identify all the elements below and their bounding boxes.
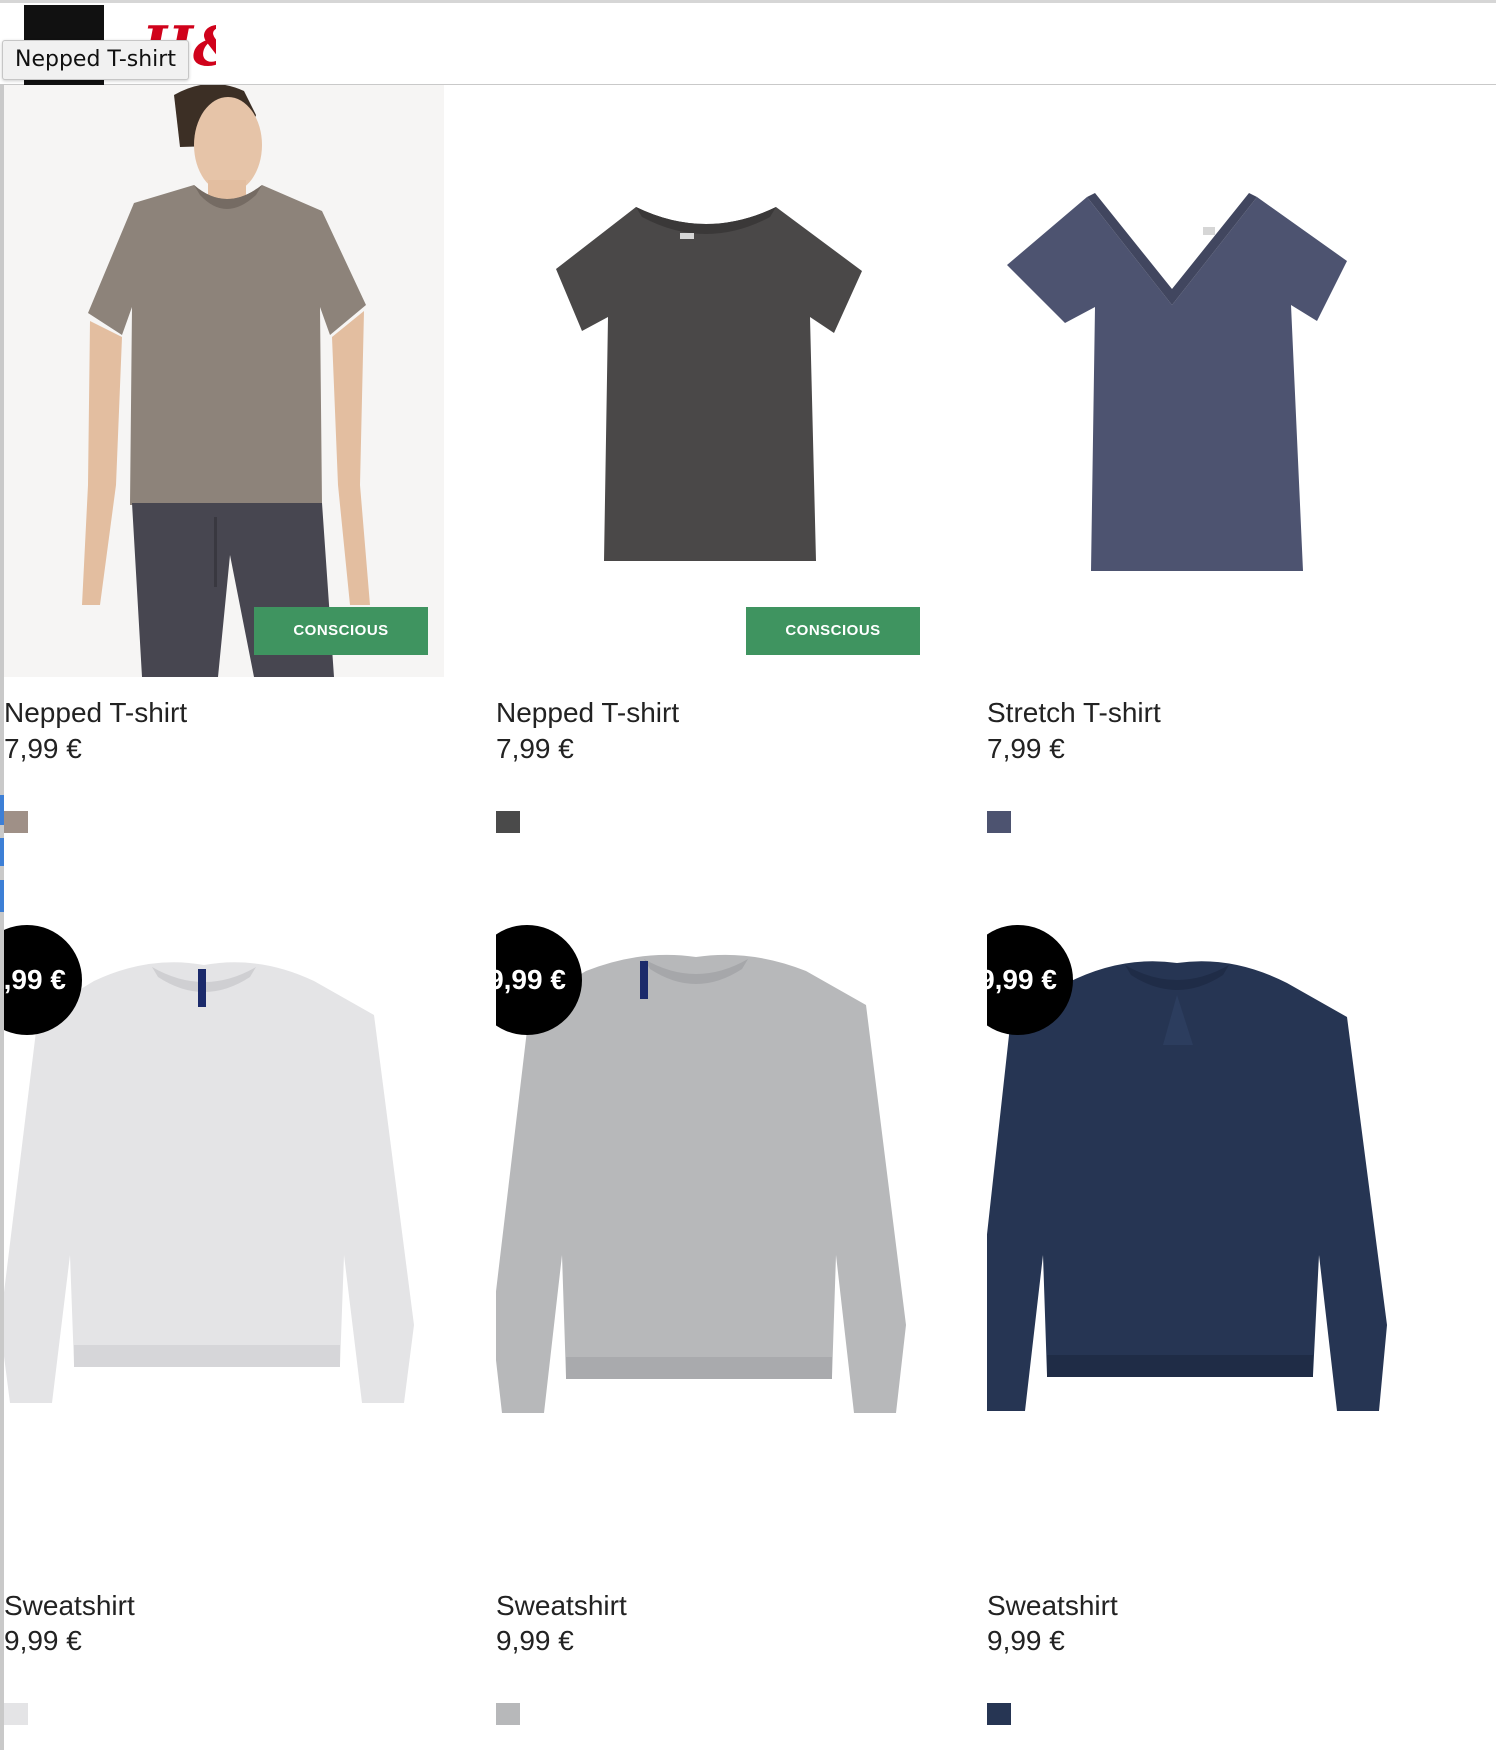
product-listing-page: H&M Nepped T-shirt: [0, 0, 1496, 1750]
product-price: 9,99 €: [4, 1625, 82, 1656]
conscious-badge: CONSCIOUS: [254, 607, 428, 655]
product-price: 7,99 €: [4, 733, 82, 764]
color-swatch[interactable]: [4, 1703, 28, 1725]
product-name[interactable]: Sweatshirt: [4, 1590, 135, 1622]
product-price: 9,99 €: [496, 1625, 574, 1656]
conscious-badge: CONSCIOUS: [746, 607, 920, 655]
product-image-man-t-shirt[interactable]: CONSCIOUS: [4, 85, 444, 677]
color-swatch[interactable]: [496, 811, 520, 833]
product-image-blue-v-neck-t-shirt[interactable]: [987, 85, 1427, 677]
product-name[interactable]: Sweatshirt: [496, 1590, 627, 1622]
scroll-marker: [0, 880, 4, 912]
product-name[interactable]: Stretch T-shirt: [987, 697, 1161, 729]
product-name[interactable]: Nepped T-shirt: [4, 697, 187, 729]
color-swatch[interactable]: [987, 1703, 1011, 1725]
product-image-grey-sweatshirt[interactable]: 9,99 €: [496, 925, 936, 1515]
tooltip: Nepped T-shirt: [2, 40, 189, 80]
scroll-marker: [0, 838, 4, 866]
product-image-navy-sweatshirt[interactable]: 9,99 €: [987, 925, 1427, 1515]
color-swatch[interactable]: [987, 811, 1011, 833]
product-image-dark-grey-t-shirt[interactable]: CONSCIOUS: [496, 85, 936, 677]
product-price: 7,99 €: [496, 733, 574, 764]
color-swatch[interactable]: [4, 811, 28, 833]
product-image-light-grey-sweatshirt[interactable]: 9,99 €: [4, 925, 444, 1515]
product-name[interactable]: Sweatshirt: [987, 1590, 1118, 1622]
color-swatch[interactable]: [496, 1703, 520, 1725]
product-price: 9,99 €: [987, 1625, 1065, 1656]
product-price: 7,99 €: [987, 733, 1065, 764]
product-name[interactable]: Nepped T-shirt: [496, 697, 679, 729]
site-header: H&M: [0, 0, 1496, 86]
